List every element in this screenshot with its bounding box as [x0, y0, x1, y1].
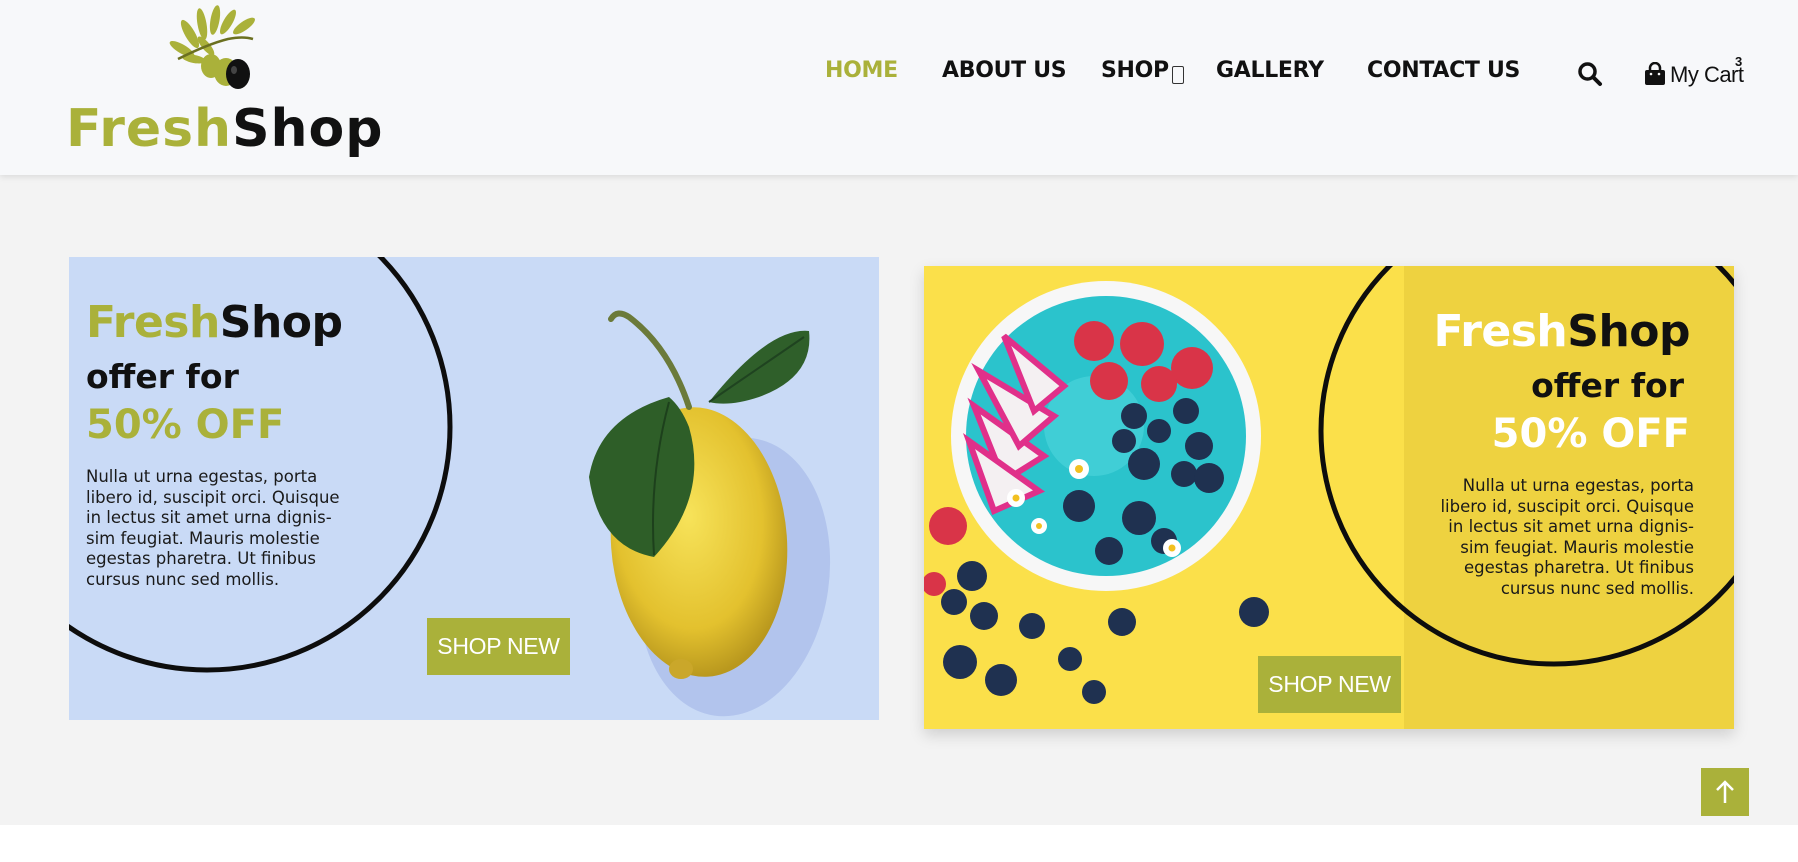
brand-shop: Shop: [1567, 306, 1690, 357]
cart-label: My Cart: [1670, 62, 1744, 87]
desc-line: libero id, suscipit orci. Quisque: [86, 487, 340, 507]
desc-line: in lectus sit amet urna dignis-: [1448, 517, 1694, 536]
banner-discount: 50% OFF: [86, 402, 285, 448]
promo-banner-lemon: FreshShop offer for 50% OFF Nulla ut urn…: [69, 257, 879, 720]
dropdown-caret-icon[interactable]: [1172, 66, 1184, 84]
scroll-to-top-button[interactable]: [1701, 768, 1749, 816]
olive-branch-logo-icon: [169, 5, 255, 89]
banner-offer-text: offer for: [86, 357, 239, 396]
shop-new-button[interactable]: SHOP NEW: [1258, 656, 1401, 713]
desc-line: cursus nunc sed mollis.: [86, 569, 280, 589]
shopping-bag-icon: [1645, 62, 1665, 85]
nav-home[interactable]: HOME: [825, 58, 898, 83]
desc-line: Nulla ut urna egestas, porta: [1462, 476, 1694, 495]
nav-contact-us[interactable]: CONTACT US: [1367, 58, 1520, 83]
brand-fresh: Fresh: [1433, 306, 1568, 357]
desc-line: Nulla ut urna egestas, porta: [86, 467, 318, 486]
banner-description: Nulla ut urna egestas, porta libero id, …: [1394, 476, 1694, 599]
desc-line: in lectus sit amet urna dignis-: [86, 508, 332, 527]
desc-line: egestas pharetra. Ut finibus: [86, 549, 317, 568]
banner-offer-text: offer for: [1531, 366, 1684, 405]
search-icon[interactable]: [1577, 61, 1603, 87]
banner-brand: FreshShop: [86, 297, 343, 348]
nav-about-us[interactable]: ABOUT US: [942, 58, 1067, 83]
logo-fresh: Fresh: [66, 99, 233, 159]
desc-line: cursus nunc sed mollis.: [1500, 578, 1694, 598]
cart-count-badge: 3: [1735, 54, 1743, 69]
brand-shop: Shop: [219, 297, 343, 348]
page-bottom: [0, 825, 1798, 862]
desc-line: sim feugiat. Mauris molestie: [86, 528, 320, 548]
promo-banner-smoothie-bowl: FreshShop offer for 50% OFF Nulla ut urn…: [924, 266, 1734, 729]
desc-line: sim feugiat. Mauris molestie: [1460, 537, 1694, 557]
banner-brand: FreshShop: [1433, 306, 1690, 357]
banner-description: Nulla ut urna egestas, porta libero id, …: [86, 467, 386, 590]
banner-discount: 50% OFF: [1491, 411, 1690, 457]
brand-fresh: Fresh: [86, 297, 220, 348]
site-header: FreshShop HOME ABOUT US SHOP GALLERY CON…: [0, 0, 1798, 175]
logo-shop: Shop: [232, 99, 384, 159]
nav-shop[interactable]: SHOP: [1101, 58, 1169, 83]
site-logo[interactable]: FreshShop: [64, 4, 382, 164]
shop-new-button[interactable]: SHOP NEW: [427, 618, 570, 675]
logo-wordmark: FreshShop: [66, 99, 384, 159]
promo-section: FreshShop offer for 50% OFF Nulla ut urn…: [0, 175, 1798, 825]
desc-line: egestas pharetra. Ut finibus: [1463, 558, 1694, 577]
arrow-up-icon: [1716, 780, 1734, 803]
nav-gallery[interactable]: GALLERY: [1216, 58, 1324, 83]
desc-line: libero id, suscipit orci. Quisque: [1440, 496, 1694, 516]
